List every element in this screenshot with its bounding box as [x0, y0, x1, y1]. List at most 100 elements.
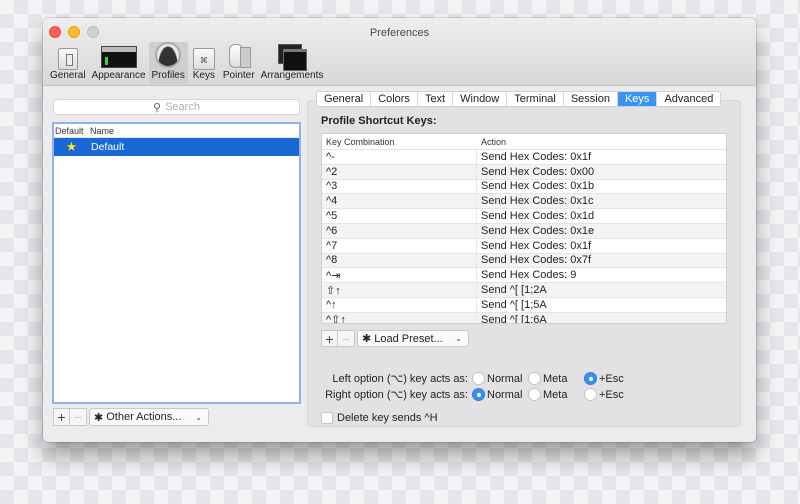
left-option-label: Left option (⌥) key acts as: — [332, 373, 468, 385]
profile-tabs: General Colors Text Window Terminal Sess… — [316, 91, 722, 107]
radio-dot[interactable] — [584, 388, 597, 401]
key-combination-cell: ^7 — [322, 238, 477, 253]
right-option-radio-meta[interactable]: Meta — [528, 388, 584, 401]
search-placeholder: Search — [165, 101, 200, 113]
toolbar-arrangements[interactable]: Arrangements — [258, 42, 327, 84]
toolbar-keys-label: Keys — [192, 70, 215, 81]
radio-label: Meta — [543, 372, 568, 385]
left-option-row: Left option (⌥) key acts as: Normal Meta +… — [308, 371, 624, 386]
toolbar-appearance[interactable]: Appearance — [89, 42, 149, 84]
preferences-window: Preferences General Appearance Profiles … — [43, 18, 756, 442]
tab-session[interactable]: Session — [564, 92, 618, 106]
profile-list[interactable]: Default Name ★ Default — [52, 122, 301, 404]
section-title: Profile Shortcut Keys: — [321, 115, 437, 127]
toolbar-profiles-label: Profiles — [151, 70, 185, 81]
action-cell: Send Hex Codes: 0x1e — [481, 224, 595, 237]
remove-shortcut-button[interactable]: − — [338, 330, 355, 347]
add-shortcut-button[interactable]: + — [321, 330, 338, 347]
left-option-radio-group: Normal Meta +Esc — [472, 372, 624, 385]
other-actions-dropdown[interactable]: ✱ Other Actions... ⌄ — [89, 408, 209, 426]
window-title: Preferences — [369, 27, 430, 39]
tab-general[interactable]: General — [317, 92, 372, 106]
general-switch-icon — [57, 48, 78, 70]
table-body: ^- Send Hex Codes: 0x1f ^2 Send Hex Codes: … — [322, 150, 726, 324]
toolbar-general[interactable]: General — [47, 42, 89, 84]
toolbar-arrangements-label: Arrangements — [260, 70, 324, 81]
table-row[interactable]: ^3 Send Hex Codes: 0x1b — [322, 179, 726, 195]
key-combination-cell: ^4 — [322, 194, 477, 209]
toolbar-profiles[interactable]: Profiles — [148, 42, 188, 84]
right-option-radio-group: Normal Meta +Esc — [472, 388, 624, 401]
toolbar-pointer[interactable]: Pointer — [220, 42, 258, 84]
profile-list-header: Default Name — [54, 124, 299, 138]
delete-sends-ctrl-h-checkbox[interactable]: Delete key sends ^H — [321, 412, 438, 424]
radio-dot[interactable] — [472, 372, 485, 385]
action-cell: Send Hex Codes: 0x1c — [481, 195, 594, 208]
action-cell: Send Hex Codes: 0x1f — [481, 150, 592, 163]
action-cell: Send Hex Codes: 9 — [481, 269, 577, 282]
table-row[interactable]: ^⇧↑ Send ^[ [1;6A — [322, 312, 726, 324]
table-row[interactable]: ^↑ Send ^[ [1;5A — [322, 297, 726, 313]
key-combination-cell: ^2 — [322, 164, 477, 179]
right-option-label: Right option (⌥) key acts as: — [325, 389, 468, 401]
key-combination-cell: ^6 — [322, 223, 477, 238]
default-star-icon: ★ — [65, 139, 78, 154]
table-row[interactable]: ^8 Send Hex Codes: 0x7f — [322, 253, 726, 269]
radio-dot[interactable] — [584, 372, 597, 385]
table-row[interactable]: ^⇥ Send Hex Codes: 9 — [322, 268, 726, 284]
table-row[interactable]: ^7 Send Hex Codes: 0x1f — [322, 238, 726, 254]
profile-name: Default — [91, 141, 125, 153]
column-action[interactable]: Action — [477, 137, 506, 147]
toolbar-keys[interactable]: ⌘ Keys — [188, 42, 220, 84]
action-cell: Send ^[ [1;2A — [481, 284, 547, 297]
table-row[interactable]: ^2 Send Hex Codes: 0x00 — [322, 164, 726, 180]
radio-label: +Esc — [599, 388, 624, 401]
table-row[interactable]: ^- Send Hex Codes: 0x1f — [322, 150, 726, 165]
load-preset-dropdown[interactable]: ✱ Load Preset... ⌄ — [357, 330, 469, 347]
table-row[interactable]: ^6 Send Hex Codes: 0x1e — [322, 223, 726, 239]
table-row[interactable]: ^5 Send Hex Codes: 0x1d — [322, 209, 726, 224]
action-cell: Send Hex Codes: 0x1f — [481, 239, 592, 252]
radio-dot[interactable] — [528, 372, 541, 385]
profile-search-input[interactable]: ⚲ Search — [53, 99, 300, 115]
gear-icon: ✱ — [362, 333, 372, 345]
right-option-radio-normal[interactable]: Normal — [472, 388, 528, 401]
right-option-radio-plus-esc[interactable]: +Esc — [584, 388, 624, 401]
toolbar-appearance-label: Appearance — [91, 70, 146, 81]
table-row[interactable]: ⇧↑ Send ^[ [1;2A — [322, 283, 726, 298]
key-combination-cell: ^- — [322, 150, 477, 164]
radio-dot[interactable] — [528, 388, 541, 401]
profile-list-buttons: + − ✱ Other Actions... ⌄ — [53, 408, 209, 426]
key-combination-cell: ^3 — [322, 179, 477, 194]
profile-row-default[interactable]: ★ Default — [54, 138, 299, 156]
left-option-radio-plus-esc[interactable]: +Esc — [584, 372, 624, 385]
key-combination-cell: ^5 — [322, 209, 477, 223]
column-key-combination[interactable]: Key Combination — [322, 137, 477, 147]
tab-text[interactable]: Text — [418, 92, 454, 106]
search-icon: ⚲ — [153, 101, 162, 114]
tab-window[interactable]: Window — [453, 92, 508, 106]
key-combination-cell: ^⇥ — [322, 268, 477, 283]
left-option-radio-normal[interactable]: Normal — [472, 372, 528, 385]
tab-terminal[interactable]: Terminal — [507, 92, 564, 106]
tab-colors[interactable]: Colors — [371, 92, 418, 106]
table-row[interactable]: ^4 Send Hex Codes: 0x1c — [322, 194, 726, 210]
action-cell: Send Hex Codes: 0x7f — [481, 254, 592, 267]
toolbar-pointer-label: Pointer — [222, 70, 255, 81]
left-option-radio-meta[interactable]: Meta — [528, 372, 584, 385]
radio-dot[interactable] — [472, 388, 485, 401]
shortcut-keys-table[interactable]: Key Combination Action ^- Send Hex Codes:… — [321, 133, 727, 324]
add-profile-button[interactable]: + — [53, 408, 70, 426]
remove-profile-button[interactable]: − — [70, 408, 87, 426]
tab-advanced[interactable]: Advanced — [657, 92, 720, 106]
action-cell: Send Hex Codes: 0x1b — [481, 180, 595, 193]
action-cell: Send ^[ [1;6A — [481, 313, 547, 324]
column-name[interactable]: Name — [90, 126, 114, 136]
chevron-down-icon: ⌄ — [455, 334, 462, 343]
tab-keys[interactable]: Keys — [617, 92, 658, 106]
column-default[interactable]: Default — [55, 126, 90, 136]
table-header: Key Combination Action — [322, 134, 726, 150]
action-cell: Send ^[ [1;5A — [481, 298, 547, 311]
other-actions-label: Other Actions... — [106, 411, 182, 423]
checkbox-box[interactable] — [321, 412, 333, 424]
